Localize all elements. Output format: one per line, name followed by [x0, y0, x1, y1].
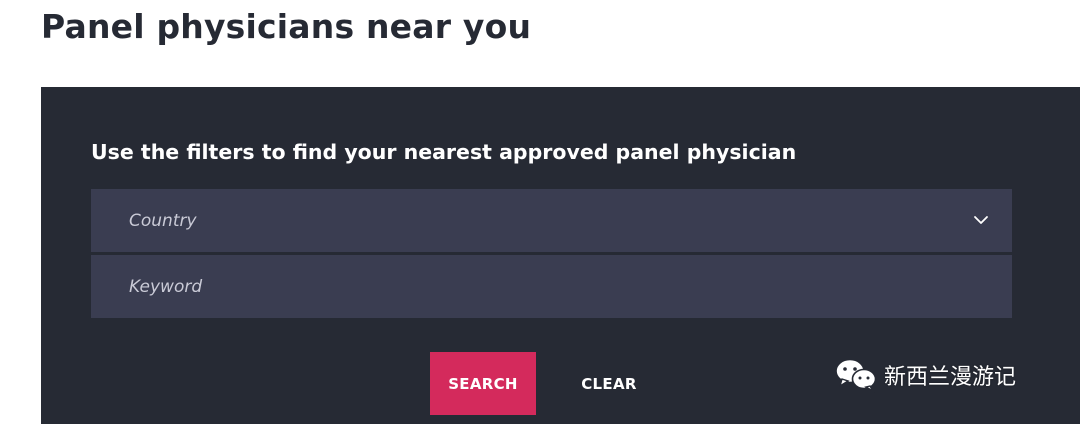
page-title: Panel physicians near you: [41, 7, 532, 46]
chevron-down-icon[interactable]: [972, 211, 990, 229]
country-select[interactable]: Country: [91, 189, 1012, 252]
country-placeholder: Country: [129, 210, 197, 231]
watermark: 新西兰漫游记: [834, 357, 1016, 393]
keyword-input[interactable]: Keyword: [91, 255, 1012, 318]
wechat-icon: [835, 358, 877, 393]
filter-heading: Use the filters to find your nearest app…: [91, 140, 797, 164]
keyword-placeholder: Keyword: [129, 276, 203, 297]
search-button[interactable]: SEARCH: [430, 352, 536, 415]
clear-button[interactable]: CLEAR: [564, 352, 654, 415]
watermark-text: 新西兰漫游记: [884, 365, 1017, 390]
